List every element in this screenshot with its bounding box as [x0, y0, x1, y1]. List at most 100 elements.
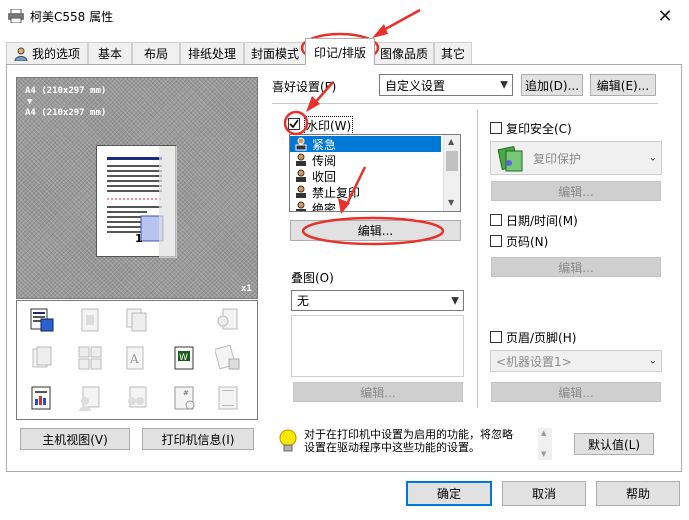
header-footer-checkbox[interactable]	[490, 331, 502, 343]
copy-security-checkbox[interactable]	[490, 122, 502, 134]
tab-label: 其它	[440, 47, 465, 61]
tab-label: 布局	[143, 47, 168, 61]
text-function-icon: A	[124, 345, 150, 371]
title-bar: 柯美C558 属性 ✕	[0, 0, 689, 32]
watermark-icon	[294, 185, 308, 199]
tab-stamp-composition[interactable]: 印记/排版	[305, 38, 375, 65]
overlay-function-icon	[77, 307, 103, 333]
tab-label: 基本	[97, 47, 122, 61]
svg-text:#: #	[183, 389, 189, 397]
chart-document-function-icon[interactable]	[29, 385, 55, 411]
preview-page-number: 1	[135, 232, 143, 245]
page-number-checkbox[interactable]	[490, 235, 502, 247]
stack-function-icon	[29, 345, 55, 371]
lightbulb-icon	[278, 428, 298, 456]
svg-text:A: A	[129, 352, 139, 366]
favorites-select[interactable]: 自定义设置 ▼	[379, 74, 513, 96]
date-time-label[interactable]: 日期/时间(M)	[506, 212, 578, 229]
scroll-thumb[interactable]	[446, 151, 458, 171]
info-line: 对于在打印机中设置为启用的功能，将忽略	[304, 428, 513, 441]
list-item[interactable]: 禁止复印	[290, 184, 440, 200]
tab-cover-mode[interactable]: 封面模式	[244, 42, 306, 64]
favorites-add-button[interactable]: 追加(D)...	[521, 74, 583, 96]
list-item[interactable]: 绝密	[290, 200, 440, 212]
watermark-icon	[294, 153, 308, 167]
scroll-up-icon[interactable]: ▲	[541, 429, 546, 437]
header-footer-select[interactable]: <机器设置1> ⌄	[490, 350, 662, 372]
list-item-label: 绝密	[312, 201, 337, 212]
scrollbar[interactable]: ▲ ▼	[443, 135, 460, 211]
copy-protect-icon	[497, 145, 525, 173]
tab-my-options[interactable]: 我的选项	[6, 42, 88, 64]
chevron-down-icon: ⌄	[648, 355, 657, 367]
favorites-edit-button[interactable]: 编辑(E)...	[590, 74, 656, 96]
tab-quality[interactable]: 图像品质	[374, 42, 434, 64]
overlay-select[interactable]: 无 ▼	[291, 290, 464, 311]
cancel-button[interactable]: 取消	[502, 481, 586, 506]
printer-info-button[interactable]: 打印机信息(I)	[142, 428, 254, 450]
multi-page-function-icon	[77, 345, 103, 371]
list-item[interactable]: 紧急	[290, 136, 441, 152]
tab-basic[interactable]: 基本	[88, 42, 132, 64]
tab-label: 我的选项	[31, 47, 80, 61]
page-number-label[interactable]: 页码(N)	[506, 233, 548, 250]
header-footer-value: <机器设置1>	[496, 354, 572, 369]
info-scrollbar[interactable]: ▲ ▼	[538, 428, 552, 460]
watermark-list[interactable]: 紧急 传阅 收回 禁止复印 绝密 ▲ ▼	[289, 134, 461, 212]
word-document-function-icon[interactable]: W	[172, 345, 198, 371]
locked-document-function-icon	[214, 344, 241, 371]
chevron-down-icon: ⌄	[648, 152, 657, 164]
scroll-down-icon[interactable]: ▼	[541, 450, 546, 458]
chevron-down-icon: ▼	[451, 295, 459, 306]
list-item[interactable]: 收回	[290, 168, 440, 184]
watermark-edit-button[interactable]: 编辑...	[290, 220, 461, 241]
page-number-function-icon: #	[172, 385, 198, 411]
close-button[interactable]: ✕	[650, 4, 680, 28]
share-function-icon	[215, 307, 241, 333]
tab-other[interactable]: 其它	[434, 42, 472, 64]
help-button[interactable]: 帮助	[596, 481, 680, 506]
preview-paper: 1	[96, 145, 177, 258]
watermark-icon	[294, 201, 308, 211]
user-icon	[14, 47, 28, 61]
list-item[interactable]: 传阅	[290, 152, 440, 168]
favorites-value: 自定义设置	[385, 78, 446, 93]
overlay-edit-button[interactable]: 编辑...	[293, 382, 463, 402]
default-button[interactable]: 默认值(L)	[574, 433, 654, 455]
list-item-label: 禁止复印	[312, 185, 361, 200]
preview-paper-size-original: A4 (210x297 mm)	[25, 86, 107, 96]
info-text: 对于在打印机中设置为启用的功能，将忽略 设置在驱动程序中这些功能的设置。	[304, 428, 538, 458]
list-item-label: 收回	[312, 169, 337, 184]
copy-security-select[interactable]: 复印保护 ⌄	[490, 141, 662, 175]
tab-finishing[interactable]: 排纸处理	[180, 42, 244, 64]
host-view-button[interactable]: 主机视图(V)	[20, 428, 130, 450]
header-footer-edit-button[interactable]: 编辑...	[491, 382, 661, 402]
scroll-up-icon[interactable]: ▲	[448, 137, 454, 146]
overlay-value: 无	[297, 294, 310, 308]
copy-security-label[interactable]: 复印安全(C)	[506, 120, 572, 137]
page-number-edit-button[interactable]: 编辑...	[491, 257, 661, 277]
people-document-function-icon	[124, 385, 150, 411]
overlay-label: 叠图(O)	[291, 271, 334, 285]
watermark-label[interactable]: 水印(W)	[304, 116, 354, 135]
favorites-label: 喜好设置(F)	[272, 80, 337, 94]
preview-arrow: ▼	[27, 97, 33, 107]
function-icon-grid: A W #	[16, 300, 258, 420]
tab-layout[interactable]: 布局	[132, 42, 180, 64]
tab-label: 图像品质	[379, 47, 428, 61]
svg-text:W: W	[179, 353, 188, 363]
tab-label: 排纸处理	[187, 47, 236, 61]
chevron-down-icon: ▼	[500, 79, 508, 91]
overlay-list	[291, 315, 464, 377]
scroll-down-icon[interactable]: ▼	[448, 198, 454, 207]
header-footer-label[interactable]: 页眉/页脚(H)	[506, 329, 576, 346]
list-item-label: 紧急	[312, 137, 337, 152]
watermark-checkbox[interactable]	[288, 118, 300, 130]
preview-paper-size-output: A4 (210x297 mm)	[25, 108, 107, 118]
date-time-checkbox[interactable]	[490, 214, 502, 226]
ok-button[interactable]: 确定	[406, 481, 492, 506]
tab-label: 封面模式	[250, 47, 299, 61]
printer-icon	[8, 8, 24, 24]
copy-security-edit-button[interactable]: 编辑...	[491, 181, 661, 201]
watermark-function-icon[interactable]	[29, 307, 55, 333]
